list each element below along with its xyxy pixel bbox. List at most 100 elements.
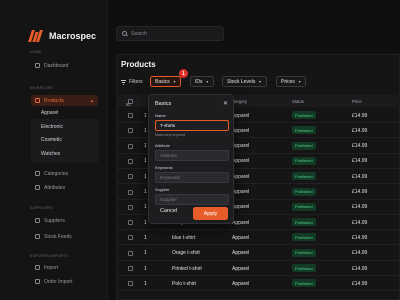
sidebar-item-categories[interactable]: Categories — [31, 168, 98, 179]
close-icon[interactable]: ✕ — [223, 100, 228, 107]
chip-label: Stock Levels — [227, 78, 256, 85]
status-badge: Published — [292, 202, 316, 211]
sidebar-item-attributes[interactable]: Attributes — [31, 182, 98, 193]
row-index: 1 — [144, 189, 147, 195]
table-row[interactable]: 1 Orage t-shirt Apparel Published £14.99 — [116, 246, 400, 261]
product-name[interactable]: blue t-shirt — [172, 235, 195, 241]
sidebar-item-label: Categories — [44, 170, 69, 177]
brand[interactable]: Macrospec — [28, 30, 97, 42]
row-index: 1 — [144, 265, 147, 272]
product-category: Apparel — [232, 234, 250, 241]
filter-chip-stock-levels[interactable]: Stock Levels ▼ — [222, 76, 267, 87]
topbar: Search — [108, 0, 400, 48]
sidebar-item-suppliers[interactable]: Suppliers — [31, 215, 98, 226]
categories-icon — [35, 171, 40, 176]
product-price: £14.99 — [352, 265, 368, 272]
status-badge: Published — [292, 126, 316, 135]
product-price: £14.99 — [352, 204, 368, 211]
row-checkbox[interactable] — [128, 220, 133, 226]
sidebar-item-order-import[interactable]: Order Import — [31, 276, 98, 287]
row-checkbox[interactable] — [128, 250, 133, 256]
sidebar-item-import[interactable]: Import — [31, 262, 98, 273]
product-category: Apparel — [232, 143, 250, 150]
row-checkbox[interactable] — [128, 158, 133, 164]
product-price: £14.99 — [352, 173, 368, 180]
filters-text: Filters — [129, 79, 143, 85]
product-price: £14.99 — [352, 112, 368, 119]
filter-chip-ids[interactable]: IDs ▼ — [190, 76, 214, 87]
status-badge: Published — [292, 111, 316, 119]
name-label: Name — [155, 113, 166, 118]
sidebar-item-label: Products — [44, 97, 64, 104]
sidebar-item-products[interactable]: Products ▲ — [31, 95, 98, 106]
submenu-item-apparel[interactable]: Apparel — [41, 110, 58, 116]
name-hint: Match any keyword — [155, 133, 186, 137]
chevron-down-icon: ▼ — [172, 79, 177, 84]
col-header-status: Status — [292, 98, 304, 104]
status-badge: Published — [292, 248, 316, 257]
submenu-item-watches[interactable]: Watches — [41, 151, 60, 157]
row-checkbox[interactable] — [128, 266, 133, 271]
row-checkbox[interactable] — [128, 143, 133, 149]
name-field[interactable]: T-shirts — [155, 120, 229, 131]
search-placeholder: Search — [131, 30, 147, 37]
search-icon — [122, 31, 127, 36]
row-checkbox[interactable] — [128, 281, 133, 287]
product-category: Apparel — [232, 112, 250, 119]
product-price: £14.99 — [352, 219, 368, 226]
attribute-label: Attribute — [155, 143, 170, 148]
attribute-field[interactable]: Attribute — [155, 150, 229, 161]
table-row[interactable]: 1 blue t-shirt Apparel Published £14.99 — [116, 230, 400, 246]
row-index: 1 — [144, 219, 147, 226]
sidebar-item-label: Import — [44, 264, 59, 271]
status-badge: Published — [292, 187, 316, 196]
row-index: 1 — [144, 143, 147, 150]
row-checkbox[interactable] — [128, 235, 133, 241]
page-title: Products — [121, 60, 156, 69]
product-price: £14.99 — [352, 234, 368, 241]
apply-button[interactable]: Apply — [193, 207, 228, 220]
order-import-icon — [35, 279, 40, 284]
row-index: 1 — [144, 173, 147, 180]
basics-filter-popover: Basics ✕ Name T-shirts Match any keyword… — [148, 94, 234, 224]
suppliers-icon — [35, 218, 40, 223]
row-checkbox[interactable] — [128, 204, 133, 210]
product-name[interactable]: Printed t-shirt — [172, 266, 202, 272]
product-name[interactable]: Orage t-shirt — [172, 250, 200, 256]
cancel-button[interactable]: Cancel — [160, 208, 177, 214]
filter-chip-basics[interactable]: Basics ▼ — [150, 76, 182, 87]
sidebar-item-stock-feeds[interactable]: Stock Feeds — [31, 231, 98, 242]
row-checkbox[interactable] — [128, 189, 133, 195]
row-index: 1 — [144, 280, 147, 287]
table-row[interactable]: 1 Polo t-shirt Apparel Published £14.99 — [116, 276, 400, 292]
app-name: Macrospec — [49, 31, 97, 41]
row-checkbox[interactable] — [128, 128, 133, 134]
supplier-label: Supplier — [155, 187, 170, 192]
import-icon — [35, 265, 40, 270]
row-checkbox[interactable] — [128, 113, 133, 118]
filters-label: Filters — [121, 79, 143, 85]
filter-chip-prices[interactable]: Prices ▼ — [276, 76, 307, 87]
status-badge: Published — [292, 233, 316, 242]
filter-count-badge: 1 — [179, 69, 188, 78]
sidebar-item-dashboard[interactable]: Dashboard — [31, 60, 98, 71]
keywords-field[interactable]: Keywords — [155, 172, 229, 183]
product-category: Apparel — [232, 189, 250, 195]
product-name[interactable]: Polo t-shirt — [172, 281, 196, 287]
keywords-label: Keywords — [155, 165, 173, 170]
submenu-item-electronic[interactable]: Electronic — [41, 124, 63, 130]
row-index: 1 — [144, 112, 147, 119]
supplier-field[interactable]: Supplier — [155, 194, 229, 205]
table-row[interactable]: 1 Printed t-shirt Apparel Published £14.99 — [116, 261, 400, 276]
product-category: Apparel — [232, 280, 250, 287]
section-label-exports-imports: EXPORTS/IMPORTS — [30, 254, 69, 258]
row-checkbox[interactable] — [128, 174, 133, 180]
section-label-inventory: INVENTORY — [30, 86, 54, 90]
col-header-id: ID — [126, 102, 131, 107]
status-badge: Published — [292, 141, 316, 150]
product-price: £14.99 — [352, 280, 368, 287]
submenu-item-cosmetic[interactable]: Cosmetic — [41, 137, 62, 143]
search-input[interactable]: Search — [116, 26, 224, 41]
filters-row: Filters — [121, 77, 146, 87]
product-category: Apparel — [232, 250, 250, 257]
